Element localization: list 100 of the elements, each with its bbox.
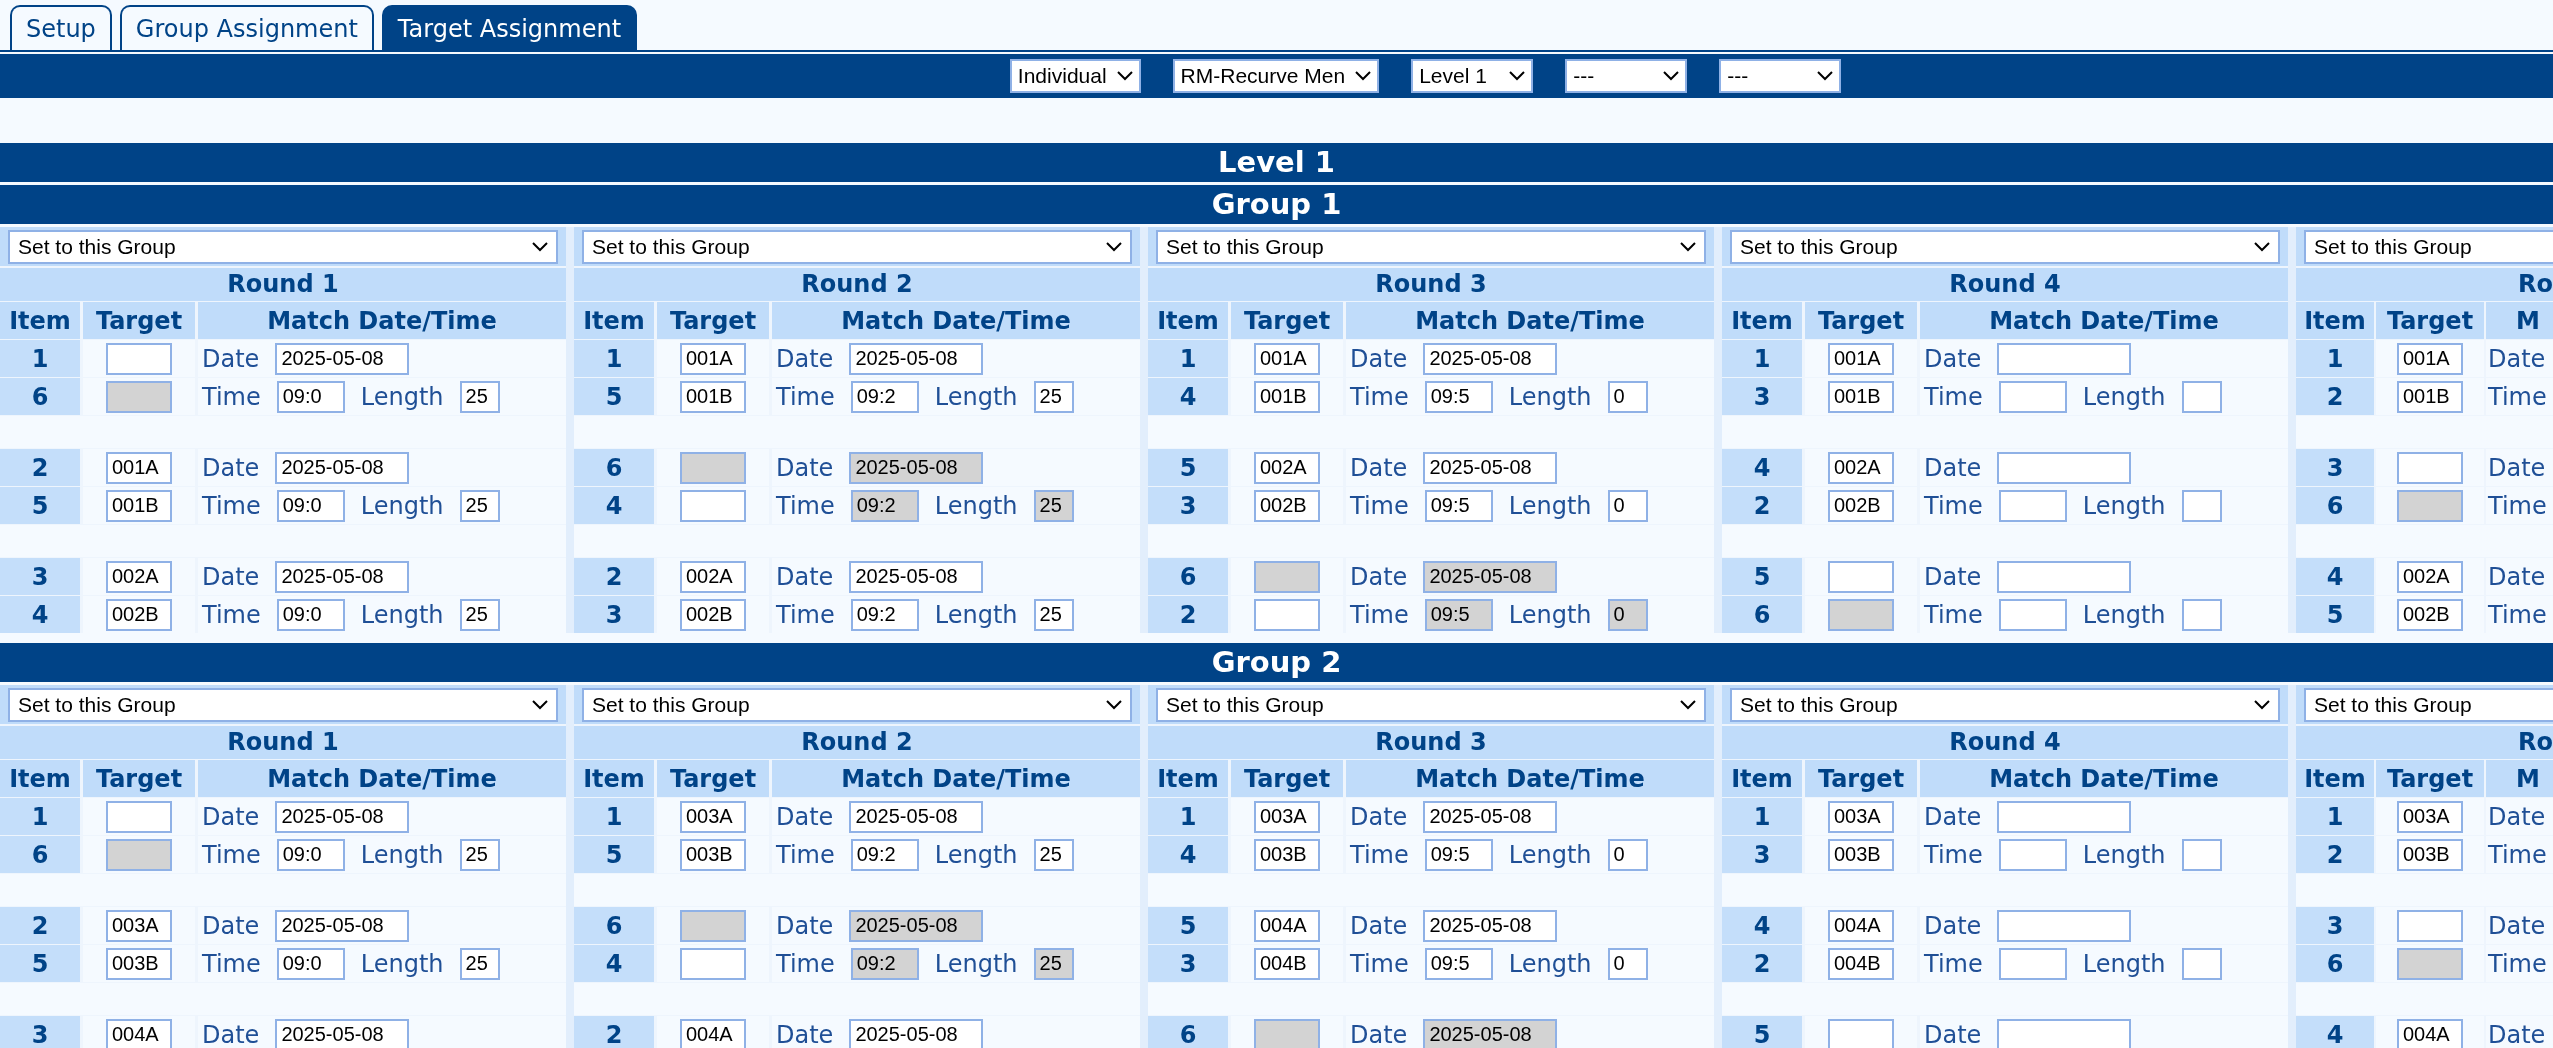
target-field[interactable]: 002B [2397,598,2463,631]
target-field[interactable]: 001B [1828,380,1894,413]
group-dropdown[interactable]: Set to this Group [582,230,1132,264]
length-field[interactable]: 0 [1607,838,1648,871]
target-field[interactable]: 003A [1828,800,1894,833]
date-field[interactable]: 2025-05-08 [849,1018,984,1048]
time-field[interactable]: 09:0 [276,947,345,980]
target-field[interactable]: 002A [1828,451,1894,484]
target-field[interactable]: 004A [2397,1018,2463,1048]
target-field[interactable]: 002A [680,560,746,593]
length-field[interactable]: 25 [459,380,500,413]
tab[interactable]: Target Assignment [381,5,638,50]
target-field[interactable] [2397,909,2463,942]
length-field[interactable] [2181,380,2222,413]
group-dropdown[interactable]: Set to this Group [8,230,558,264]
target-field[interactable] [1828,1018,1894,1048]
length-field[interactable]: 25 [459,947,500,980]
date-field[interactable]: 2025-05-08 [275,342,410,375]
target-field[interactable] [680,947,746,980]
target-field[interactable]: 003A [2397,800,2463,833]
length-field[interactable] [2181,838,2222,871]
group-dropdown[interactable]: Set to this Group [1156,230,1706,264]
target-field[interactable]: 003A [680,800,746,833]
length-field[interactable]: 25 [459,838,500,871]
group-dropdown[interactable]: Set to this Group [582,688,1132,722]
target-field[interactable]: 003B [2397,838,2463,871]
time-field[interactable]: 09:2 [850,838,919,871]
time-field[interactable] [1998,598,2067,631]
target-field[interactable] [1828,560,1894,593]
target-field[interactable]: 002A [1254,451,1320,484]
length-field[interactable]: 0 [1607,489,1648,522]
time-field[interactable]: 09:0 [276,380,345,413]
target-field[interactable]: 003B [1828,838,1894,871]
time-field[interactable] [1998,838,2067,871]
target-field[interactable] [680,489,746,522]
target-field[interactable]: 001B [680,380,746,413]
target-field[interactable]: 003A [1254,800,1320,833]
target-field[interactable]: 002A [2397,560,2463,593]
length-field[interactable] [2181,489,2222,522]
date-field[interactable] [1997,909,2132,942]
date-field[interactable]: 2025-05-08 [849,800,984,833]
length-field[interactable]: 25 [1033,380,1074,413]
filter-dropdown[interactable]: --- [1565,59,1688,93]
target-field[interactable]: 004A [106,1018,172,1048]
target-field[interactable]: 002B [106,598,172,631]
time-field[interactable]: 09:0 [276,489,345,522]
date-field[interactable]: 2025-05-08 [1423,342,1558,375]
group-dropdown[interactable]: Set to this Group [1156,688,1706,722]
date-field[interactable] [1997,800,2132,833]
time-field[interactable]: 09:0 [276,598,345,631]
group-dropdown[interactable]: Set to this Group [2304,230,2553,264]
time-field[interactable]: 09:2 [850,598,919,631]
length-field[interactable]: 25 [1033,838,1074,871]
length-field[interactable] [2181,598,2222,631]
date-field[interactable] [1997,342,2132,375]
time-field[interactable]: 09:0 [276,838,345,871]
group-dropdown[interactable]: Set to this Group [2304,688,2553,722]
length-field[interactable]: 25 [459,598,500,631]
target-field[interactable]: 001A [1254,342,1320,375]
target-field[interactable]: 002A [106,560,172,593]
date-field[interactable]: 2025-05-08 [275,451,410,484]
target-field[interactable]: 004A [1254,909,1320,942]
target-field[interactable]: 001A [106,451,172,484]
target-field[interactable]: 001B [2397,380,2463,413]
length-field[interactable]: 25 [459,489,500,522]
target-field[interactable] [106,800,172,833]
date-field[interactable] [1997,1018,2132,1048]
date-field[interactable]: 2025-05-08 [275,909,410,942]
target-field[interactable]: 003A [106,909,172,942]
group-dropdown[interactable]: Set to this Group [8,688,558,722]
time-field[interactable] [1998,380,2067,413]
target-field[interactable]: 004A [1828,909,1894,942]
date-field[interactable]: 2025-05-08 [1423,909,1558,942]
target-field[interactable]: 004A [680,1018,746,1048]
tab[interactable]: Setup [10,5,112,50]
filter-dropdown[interactable]: RM-Recurve Men [1172,59,1380,93]
filter-dropdown[interactable]: --- [1719,59,1842,93]
target-field[interactable]: 001A [1828,342,1894,375]
date-field[interactable]: 2025-05-08 [1423,451,1558,484]
time-field[interactable]: 09:5 [1424,947,1493,980]
target-field[interactable]: 004B [1828,947,1894,980]
date-field[interactable] [1997,451,2132,484]
target-field[interactable]: 001B [106,489,172,522]
date-field[interactable] [1997,560,2132,593]
date-field[interactable]: 2025-05-08 [275,800,410,833]
target-field[interactable] [2397,451,2463,484]
date-field[interactable]: 2025-05-08 [275,560,410,593]
length-field[interactable] [2181,947,2222,980]
group-dropdown[interactable]: Set to this Group [1730,688,2280,722]
target-field[interactable]: 004B [1254,947,1320,980]
length-field[interactable]: 25 [1033,598,1074,631]
target-field[interactable]: 002B [1254,489,1320,522]
target-field[interactable]: 001A [680,342,746,375]
time-field[interactable] [1998,947,2067,980]
target-field[interactable]: 001A [2397,342,2463,375]
tab[interactable]: Group Assignment [119,5,374,50]
length-field[interactable]: 0 [1607,947,1648,980]
target-field[interactable]: 003B [1254,838,1320,871]
date-field[interactable]: 2025-05-08 [849,560,984,593]
filter-dropdown[interactable]: Individual [1009,59,1141,93]
